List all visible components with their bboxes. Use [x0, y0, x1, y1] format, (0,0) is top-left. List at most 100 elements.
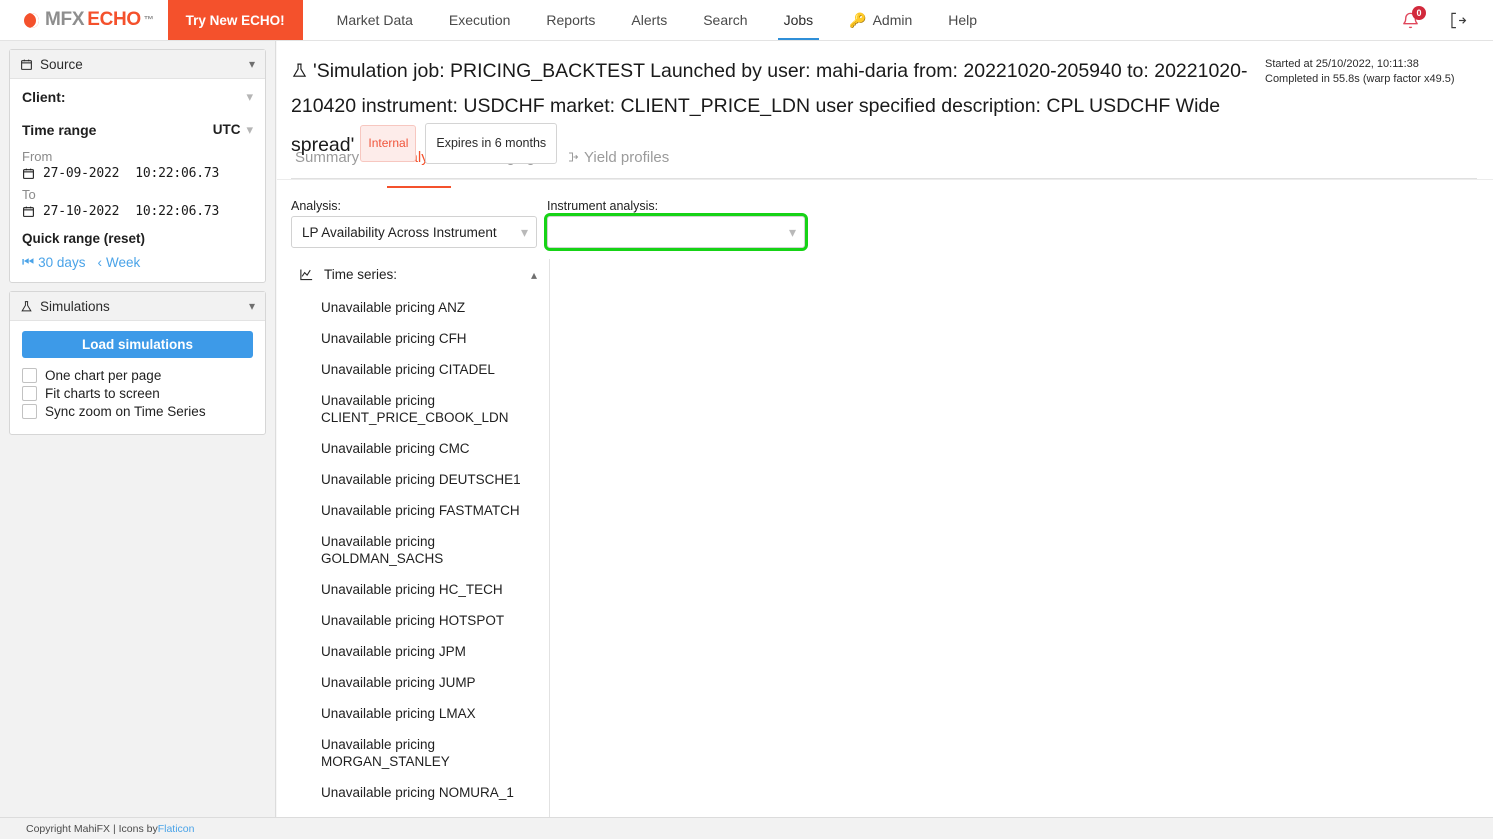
time-range-label: Time range — [22, 122, 97, 138]
flask-icon — [291, 57, 308, 90]
quick-range-30-days[interactable]: ⏮ 30 days — [22, 254, 85, 270]
nav-item-market-data[interactable]: Market Data — [319, 0, 431, 40]
nav-item-alerts[interactable]: Alerts — [613, 0, 685, 40]
list-item[interactable]: Unavailable pricing JUMP — [291, 667, 549, 698]
simulations-panel-header[interactable]: Simulations ▾ — [10, 292, 265, 321]
list-item[interactable]: Unavailable pricing NOMURA_1 — [291, 777, 549, 808]
simulations-panel-body: Load simulations One chart per page Fit … — [10, 321, 265, 434]
timezone-selector[interactable]: UTC ▾ — [213, 121, 253, 139]
instrument-analysis-select-label: Instrument analysis: — [547, 199, 659, 213]
list-item[interactable]: Unavailable pricing CLIENT_PRICE_CBOOK_L… — [291, 385, 549, 433]
source-panel: Source ▾ Client: ▾ Time range UTC ▾ From — [9, 49, 266, 283]
from-date-value: 27-09-2022 — [43, 166, 120, 181]
quick-range-links: ⏮ 30 days ‹ Week — [22, 254, 253, 270]
analysis-select-value: LP Availability Across Instrument — [302, 224, 497, 240]
time-series-panel: Time series: ▴ Unavailable pricing ANZ U… — [291, 259, 550, 839]
checkbox-label: Fit charts to screen — [45, 386, 160, 401]
chevron-down-icon: ▾ — [520, 223, 528, 240]
list-item[interactable]: Unavailable pricing CFH — [291, 323, 549, 354]
page-title: 'Simulation job: PRICING_BACKTEST Launch… — [291, 55, 1266, 164]
nav-label: Search — [703, 12, 748, 28]
try-new-echo-button[interactable]: Try New ECHO! — [167, 0, 303, 40]
footer: Copyright MahiFX | Icons by Flaticon — [0, 817, 1493, 839]
instrument-analysis-select[interactable]: ▾ — [544, 213, 808, 251]
logout-icon — [1451, 12, 1467, 28]
list-item[interactable]: Unavailable pricing ANZ — [291, 292, 549, 323]
checkbox-box[interactable] — [22, 386, 37, 401]
time-range-row[interactable]: Time range UTC ▾ — [22, 121, 253, 139]
expires-button[interactable]: Expires in 6 months — [425, 123, 558, 164]
source-panel-title: Source — [40, 56, 83, 72]
time-series-label: Time series: — [324, 267, 398, 282]
time-series-list: Unavailable pricing ANZ Unavailable pric… — [291, 290, 549, 839]
nav-items: Market Data Execution Reports Alerts Sea… — [319, 0, 995, 40]
list-item[interactable]: Unavailable pricing HC_TECH — [291, 574, 549, 605]
quick-range-label-30-days: 30 days — [38, 254, 86, 270]
time-series-header[interactable]: Time series: ▴ — [291, 259, 549, 290]
nav-item-admin[interactable]: 🔑 Admin — [831, 0, 930, 40]
checkbox-sync-zoom-on-time-series[interactable]: Sync zoom on Time Series — [22, 404, 253, 419]
list-item[interactable]: Unavailable pricing CMC — [291, 433, 549, 464]
nav-label: Admin — [872, 12, 913, 28]
load-simulations-button[interactable]: Load simulations — [22, 331, 253, 358]
source-panel-body: Client: ▾ Time range UTC ▾ From 27-09-202… — [10, 79, 265, 282]
job-started-text: Started at 25/10/2022, 10:11:38 — [1265, 58, 1419, 70]
notification-badge: 0 — [1412, 6, 1426, 20]
footer-copyright: Copyright MahiFX | Icons by — [26, 822, 158, 835]
nav-label: Help — [948, 12, 978, 28]
chevron-down-icon: ▾ — [246, 122, 253, 137]
calendar-icon — [23, 168, 34, 179]
calendar-icon — [23, 206, 34, 217]
simulations-panel: Simulations ▾ Load simulations One chart… — [9, 291, 266, 435]
nav-label: Reports — [546, 12, 596, 28]
nav-item-reports[interactable]: Reports — [528, 0, 613, 40]
logout-button[interactable] — [1438, 0, 1493, 40]
list-item[interactable]: Unavailable pricing GOLDMAN_SACHS — [291, 526, 549, 574]
list-item[interactable]: Unavailable pricing LMAX — [291, 698, 549, 729]
instrument-analysis-select-group: Instrument analysis: ▾ — [544, 199, 808, 251]
notifications-button[interactable]: 0 — [1383, 0, 1438, 40]
main-content: Summary Analysis Hedging Yield profiles … — [277, 41, 1493, 839]
list-item[interactable]: Unavailable pricing MORGAN_STANLEY — [291, 729, 549, 777]
list-item[interactable]: Unavailable pricing CITADEL — [291, 354, 549, 385]
flask-icon — [21, 300, 32, 311]
app-logo[interactable]: MFX ECHO ™ — [0, 0, 168, 40]
nav-item-execution[interactable]: Execution — [431, 0, 528, 40]
key-icon: 🔑 — [849, 11, 867, 28]
logo-mfx-text: MFX — [45, 9, 85, 30]
job-completed-text: Completed in 55.8s (warp factor x49.5) — [1265, 73, 1455, 85]
checkbox-one-chart-per-page[interactable]: One chart per page — [22, 368, 253, 383]
from-date-input[interactable]: 27-09-2022 10:22:06.73 — [22, 166, 253, 181]
list-item[interactable]: Unavailable pricing HOTSPOT — [291, 605, 549, 636]
quick-range-week[interactable]: ‹ Week — [97, 255, 140, 270]
chart-line-icon — [300, 269, 313, 281]
content-divider — [277, 179, 1493, 180]
client-label: Client: — [22, 89, 66, 105]
list-item[interactable]: Unavailable pricing FASTMATCH — [291, 495, 549, 526]
list-item[interactable]: Unavailable pricing JPM — [291, 636, 549, 667]
quick-range-label: Quick range (reset) — [22, 231, 146, 246]
to-date-input[interactable]: 27-10-2022 10:22:06.73 — [22, 204, 253, 219]
flaticon-link[interactable]: Flaticon — [158, 823, 195, 835]
chevron-down-icon: ▾ — [248, 57, 255, 71]
chevron-down-icon: ▾ — [246, 89, 253, 104]
calendar-icon — [21, 59, 32, 70]
timezone-value: UTC — [212, 122, 241, 137]
source-panel-header[interactable]: Source ▾ — [10, 50, 265, 79]
checkbox-box[interactable] — [22, 404, 37, 419]
checkbox-box[interactable] — [22, 368, 37, 383]
to-label: To — [22, 187, 36, 202]
nav-item-search[interactable]: Search — [685, 0, 765, 40]
nav-item-jobs[interactable]: Jobs — [766, 0, 832, 40]
analysis-select[interactable]: LP Availability Across Instrument ▾ — [291, 216, 537, 248]
to-time-value: 10:22:06.73 — [135, 204, 220, 219]
nav-item-help[interactable]: Help — [930, 0, 995, 40]
chevron-down-icon: ▾ — [248, 299, 255, 313]
analysis-select-label: Analysis: — [291, 199, 342, 213]
chevron-left-icon: ‹ — [97, 254, 102, 270]
list-item[interactable]: Unavailable pricing DEUTSCHE1 — [291, 464, 549, 495]
quick-range-label-week: Week — [105, 254, 141, 270]
client-row[interactable]: Client: ▾ — [22, 89, 253, 105]
checkbox-fit-charts-to-screen[interactable]: Fit charts to screen — [22, 386, 253, 401]
